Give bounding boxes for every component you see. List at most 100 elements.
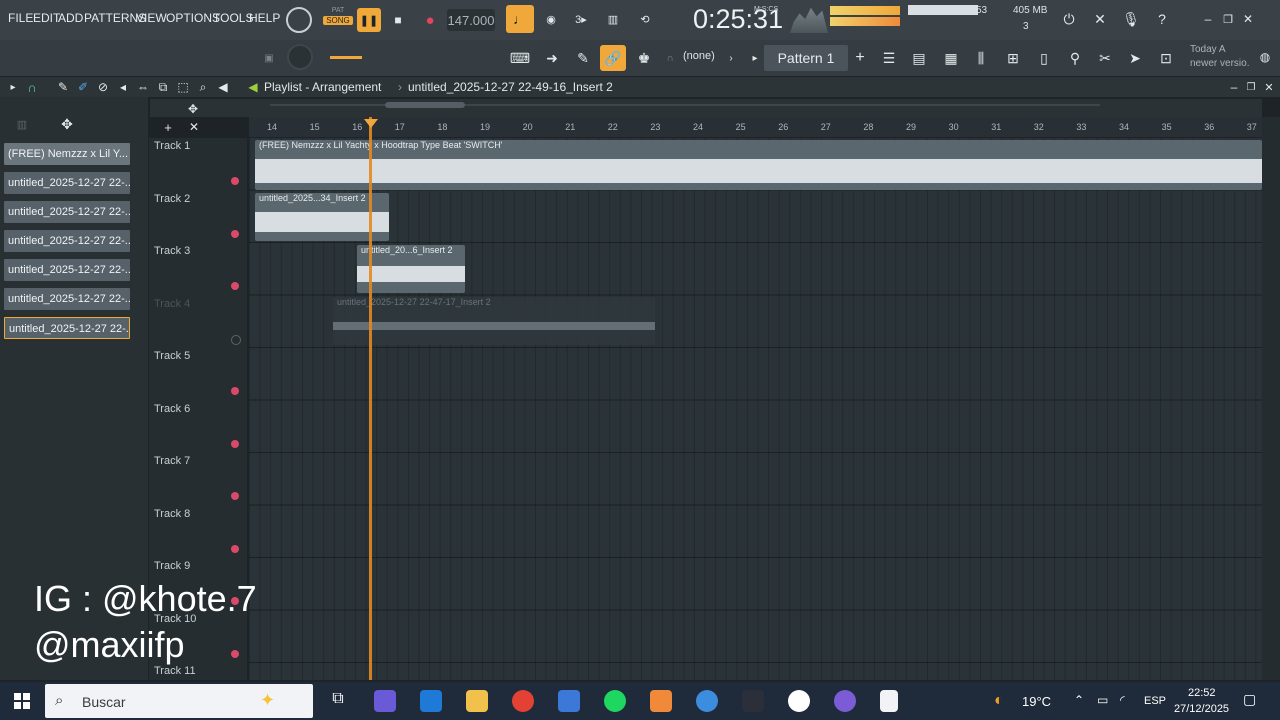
track-name[interactable]: Track 9 — [154, 560, 190, 572]
muted-audio-clip[interactable]: untitled_2025-12-27 22-47-17_Insert 2 — [333, 297, 655, 345]
davinci-icon[interactable] — [742, 690, 764, 712]
zoom-tool-icon[interactable]: ⌕ — [195, 79, 211, 95]
playlist-menu-arrow-icon[interactable]: ▸ — [6, 80, 20, 94]
stamp-icon[interactable]: ♚ — [632, 46, 656, 70]
discord-icon[interactable] — [834, 690, 856, 712]
track-mute-dot[interactable] — [231, 544, 239, 553]
step-edit-icon[interactable]: ▥ — [602, 8, 624, 30]
playhead[interactable] — [369, 117, 372, 680]
track-name[interactable]: Track 6 — [154, 403, 190, 415]
magnet-icon[interactable]: ∩ — [664, 48, 676, 68]
track-mute-dot[interactable] — [231, 439, 239, 448]
track-name[interactable]: Track 8 — [154, 508, 190, 520]
picker-move-icon[interactable]: ✥ — [58, 115, 76, 133]
timeline-ruler[interactable]: 14 15 16 17 18 19 20 21 22 23 24 25 26 27 28 29 30 31 32 33… — [249, 117, 1262, 137]
track-mute-dot[interactable] — [231, 334, 241, 345]
master-pitch-knob[interactable] — [287, 44, 313, 70]
power-icon[interactable]: ⏻ — [1058, 8, 1080, 30]
playlist-arrow-icon[interactable]: ◀ — [245, 79, 261, 95]
link-icon[interactable]: 🔗 — [600, 45, 626, 71]
snap-arrow-icon[interactable]: › — [726, 50, 736, 66]
tools-icon[interactable]: ✕ — [1089, 8, 1111, 30]
globe-icon[interactable]: ◍ — [1256, 48, 1274, 66]
slip-tool-icon[interactable]: ⇔ — [135, 79, 151, 95]
file-icon[interactable]: ▯ — [1033, 46, 1055, 70]
tray-arrow-icon[interactable]: ⌃ — [1074, 693, 1084, 707]
minimize-icon[interactable]: – — [1200, 10, 1216, 28]
playlist-minimize-icon[interactable]: – — [1228, 80, 1240, 94]
tempo-display[interactable]: 147.000 — [447, 9, 495, 31]
track-mute-dot[interactable] — [231, 177, 239, 185]
master-volume-knob[interactable] — [286, 7, 312, 33]
pitch-slider[interactable] — [330, 56, 362, 59]
outlook-icon[interactable] — [420, 690, 442, 712]
maximize-icon[interactable]: ❐ — [1220, 10, 1236, 28]
picker-item-selected[interactable]: untitled_2025-12-27 22-... — [4, 317, 130, 339]
pattern-selector[interactable]: Pattern 1 — [764, 45, 848, 71]
windows-start-icon[interactable] — [14, 693, 30, 709]
playhead-marker-icon[interactable] — [364, 119, 378, 128]
store-icon[interactable] — [558, 690, 580, 712]
picker-item[interactable]: untitled_2025-12-27 22-... — [4, 201, 130, 223]
delete-tool-icon[interactable]: ⊘ — [95, 79, 111, 95]
picker-item[interactable]: (FREE) Nemzzz x Lil Y... — [4, 143, 130, 165]
lock-icon[interactable]: ▣ — [262, 50, 276, 66]
file-explorer-icon[interactable] — [466, 690, 488, 712]
audio-clip[interactable]: (FREE) Nemzzz x Lil Yachty x Hoodtrap Ty… — [255, 140, 1262, 190]
picker-audio-icon[interactable]: ▥ — [14, 117, 30, 131]
select-tool-icon[interactable]: ⬚ — [175, 79, 191, 95]
piano-roll-icon[interactable]: ▤ — [908, 46, 930, 70]
wait-input-icon[interactable]: ◉ — [540, 8, 562, 30]
language-indicator[interactable]: ESP — [1144, 695, 1166, 707]
playback-tool-icon[interactable]: ◀ — [215, 79, 231, 95]
remove-track-icon[interactable]: ✕ — [186, 119, 202, 135]
track-name[interactable]: Track 7 — [154, 455, 190, 467]
wrench-icon[interactable]: ✂ — [1094, 46, 1116, 70]
track-name[interactable]: Track 2 — [154, 193, 190, 205]
mute-tool-icon[interactable]: ◂ — [115, 79, 131, 95]
pat-song-toggle[interactable]: PAT SONG — [323, 7, 353, 33]
shop-icon[interactable]: ⊡ — [1155, 46, 1177, 70]
notepad-icon[interactable] — [880, 690, 898, 712]
picker-item[interactable]: untitled_2025-12-27 22-... — [4, 288, 130, 310]
pencil-tool-icon[interactable]: ✎ — [55, 79, 71, 95]
track-name[interactable]: Track 5 — [154, 350, 190, 362]
close-icon[interactable]: ✕ — [1240, 10, 1256, 28]
menu-file[interactable]: FILE — [8, 11, 33, 25]
mixer-icon[interactable]: ⫼ — [970, 46, 992, 70]
pattern-arrow-icon[interactable]: ▸ — [750, 50, 760, 66]
playlist-close-icon[interactable]: ✕ — [1263, 80, 1275, 94]
spotify-icon[interactable] — [604, 690, 626, 712]
add-track-icon[interactable]: + — [160, 119, 176, 135]
pencil-icon[interactable]: ✎ — [571, 46, 595, 70]
scrollbar-thumb[interactable] — [385, 102, 465, 108]
menu-options[interactable]: OPTIONS — [166, 11, 220, 25]
qbittorrent-icon[interactable] — [696, 690, 718, 712]
magnet-snap-icon[interactable]: ∩ — [24, 79, 40, 95]
track-mute-dot[interactable] — [231, 492, 239, 500]
battery-icon[interactable]: ▭ — [1097, 693, 1108, 707]
brush-tool-icon[interactable]: ✐ — [75, 79, 91, 95]
fl-studio-icon[interactable] — [650, 690, 672, 712]
track-name[interactable]: Track 1 — [154, 140, 190, 152]
track-mute-dot[interactable] — [231, 387, 239, 395]
picker-item[interactable]: untitled_2025-12-27 22-... — [4, 259, 130, 281]
chrome-icon[interactable] — [512, 690, 534, 712]
plugin-icon[interactable]: ⚲ — [1064, 46, 1086, 70]
clock-date[interactable]: 27/12/2025 — [1174, 703, 1229, 715]
audio-clip[interactable]: untitled_20...6_Insert 2 — [357, 245, 465, 293]
channel-rack-icon[interactable]: ▦ — [940, 46, 962, 70]
pause-button[interactable]: ❚❚ — [357, 8, 381, 32]
slice-tool-icon[interactable]: ⧉ — [155, 79, 171, 95]
menu-tools[interactable]: TOOLS — [213, 11, 253, 25]
copilot-icon[interactable] — [374, 690, 396, 712]
track-mute-dot[interactable] — [231, 229, 239, 238]
microphone-icon[interactable]: 🎙 — [1120, 8, 1142, 30]
stop-button[interactable]: ■ — [388, 8, 408, 32]
playlist-grid[interactable]: (FREE) Nemzzz x Lil Yachty x Hoodtrap Ty… — [249, 138, 1262, 680]
vertical-scrollbar[interactable] — [1262, 117, 1280, 680]
menu-edit[interactable]: EDIT — [33, 11, 60, 25]
keyboard-icon[interactable]: ⌨ — [508, 46, 532, 70]
track-name[interactable]: Track 4 — [154, 298, 190, 310]
browser-icon[interactable]: ⊞ — [1002, 46, 1024, 70]
